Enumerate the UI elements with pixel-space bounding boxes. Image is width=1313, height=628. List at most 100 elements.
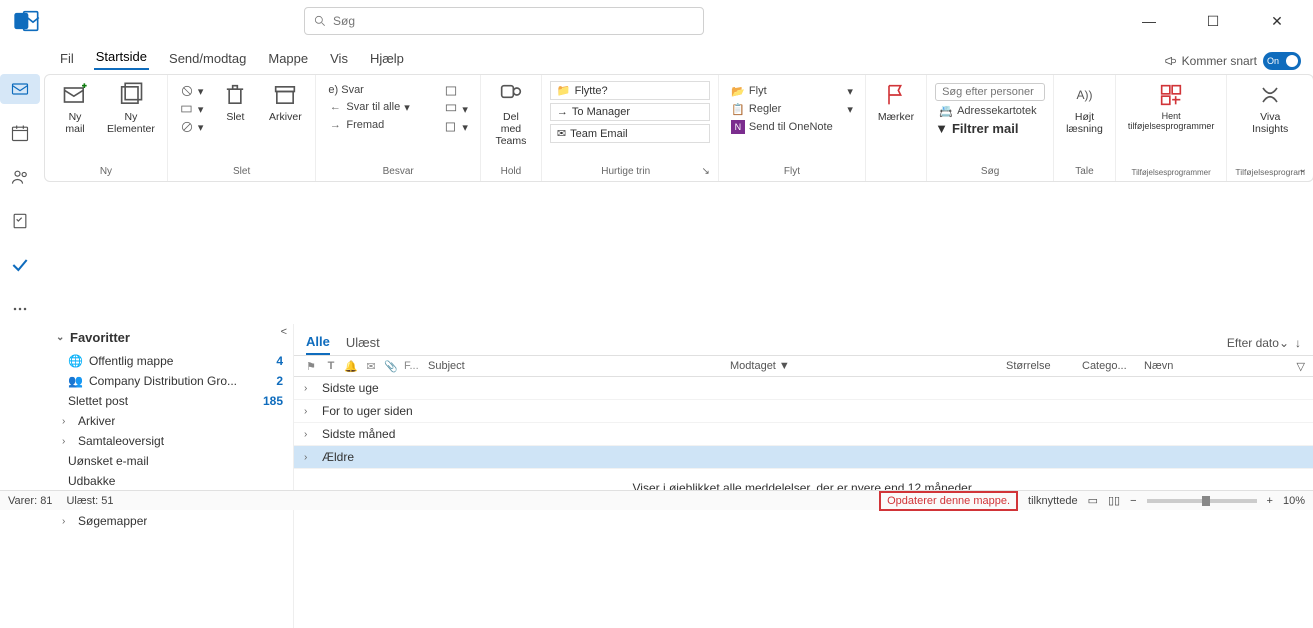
filter-mail-button[interactable]: ▼Filtrer mail	[935, 121, 1045, 136]
reply-all-button[interactable]: ←Svar til alle▾	[324, 99, 434, 115]
reply-button[interactable]: e) Svar	[324, 83, 434, 97]
folder-company-dist[interactable]: 👥Company Distribution Gro... 2	[52, 371, 289, 391]
folder-search[interactable]: ›Søgemapper	[52, 511, 289, 531]
nav-calendar[interactable]	[0, 118, 40, 148]
view-reading-button[interactable]: ▯▯	[1108, 494, 1120, 507]
col-type-icon[interactable]: T	[324, 360, 338, 372]
tab-folder[interactable]: Mappe	[266, 47, 310, 70]
status-updating: Opdaterer denne mappe.	[879, 491, 1018, 511]
more-respond-button[interactable]: ▾	[440, 119, 472, 135]
col-reminder-icon[interactable]: 🔔	[344, 360, 358, 373]
zoom-value: 10%	[1283, 495, 1305, 507]
new-mail-button[interactable]: Nymail	[53, 79, 97, 164]
folder-archive[interactable]: ›Arkiver	[52, 411, 289, 431]
status-bar: Varer: 81 Ulæst: 51 Opdaterer denne mapp…	[0, 490, 1313, 510]
col-size[interactable]: Størrelse	[1006, 360, 1076, 372]
public-folder-icon: 🌐	[68, 354, 83, 368]
zoom-in-button[interactable]: +	[1267, 495, 1273, 507]
folder-icon: 📁	[557, 84, 571, 97]
forward-button[interactable]: →Fremad	[324, 117, 434, 133]
viva-insights-button[interactable]: VivaInsights	[1248, 79, 1292, 165]
sort-by-button[interactable]: Efter dato⌄	[1227, 336, 1289, 350]
zoom-slider[interactable]	[1147, 499, 1257, 503]
quickstep-move[interactable]: 📁Flytte?	[550, 81, 710, 100]
group-last-week[interactable]: ›Sidste uge	[294, 377, 1313, 400]
ignore-button[interactable]: ▾	[176, 83, 208, 99]
folder-outbox[interactable]: Udbakke	[52, 471, 289, 491]
tab-file[interactable]: Fil	[58, 47, 76, 70]
col-subject[interactable]: Subject	[424, 360, 724, 372]
nav-more[interactable]	[0, 294, 40, 324]
share-teams-button[interactable]: Del medTeams	[489, 79, 533, 164]
meeting-button[interactable]	[440, 83, 472, 99]
ribbon-collapse-button[interactable]: ⌄	[1299, 164, 1307, 175]
group-icon: 👥	[68, 374, 83, 388]
view-normal-button[interactable]: ▭	[1088, 494, 1098, 507]
teams-icon	[497, 81, 525, 109]
col-new-icon[interactable]: ✉	[364, 360, 378, 373]
zoom-out-button[interactable]: −	[1130, 495, 1136, 507]
col-from[interactable]: F...	[404, 360, 418, 372]
rules-button[interactable]: 📋Regler▾	[727, 101, 857, 117]
addressbook-button[interactable]: 📇Adressekartotek	[935, 103, 1045, 119]
folder-junk[interactable]: Uønsket e-mail	[52, 451, 289, 471]
cleanup-button[interactable]: ▾	[176, 101, 208, 117]
quickstep-teamemail[interactable]: ✉Team Email	[550, 124, 710, 143]
col-importance-icon[interactable]: ⚑	[304, 360, 318, 373]
nav-tasks[interactable]	[0, 206, 40, 236]
tab-view[interactable]: Vis	[328, 47, 350, 70]
group-new-label: Ny	[53, 164, 159, 181]
minimize-button[interactable]: —	[1129, 13, 1169, 30]
flag-icon	[882, 81, 910, 109]
col-mention[interactable]: Nævn	[1144, 360, 1204, 372]
junk-button[interactable]: ▾	[176, 119, 208, 135]
new-items-button[interactable]: NyElementer	[103, 79, 159, 164]
sort-direction-button[interactable]: ↓	[1295, 336, 1301, 350]
nav-todo[interactable]	[0, 250, 40, 280]
col-categories[interactable]: Catego...	[1082, 360, 1138, 372]
search-input[interactable]: Søg	[304, 7, 704, 35]
favorites-header[interactable]: ⌄Favoritter	[52, 324, 289, 351]
col-received[interactable]: Modtaget ▼	[730, 360, 1000, 372]
tab-home[interactable]: Startside	[94, 45, 149, 70]
move-button[interactable]: 📂Flyt▾	[727, 83, 857, 99]
viva-icon	[1256, 81, 1284, 109]
onenote-button[interactable]: NSend til OneNote	[727, 119, 857, 135]
get-addins-button[interactable]: Henttilføjelsesprogrammer	[1124, 79, 1219, 166]
move-folder-icon: 📂	[731, 84, 745, 98]
im-button[interactable]: ▾	[440, 101, 472, 117]
maximize-button[interactable]: ☐	[1193, 13, 1233, 30]
tags-button[interactable]: Mærker	[874, 79, 918, 164]
group-older[interactable]: ›Ældre	[294, 446, 1313, 469]
ignore-icon	[180, 84, 194, 98]
nav-mail[interactable]	[0, 74, 40, 104]
new-items-icon	[117, 81, 145, 109]
quickstep-tomanager[interactable]: →To Manager	[550, 103, 710, 121]
group-two-weeks[interactable]: ›For to uger siden	[294, 400, 1313, 423]
tab-sendreceive[interactable]: Send/modtag	[167, 47, 248, 70]
tab-unread[interactable]: Ulæst	[346, 331, 380, 354]
archive-icon	[271, 81, 299, 109]
search-people-input[interactable]	[935, 83, 1045, 101]
meeting-icon	[444, 84, 458, 98]
group-last-month[interactable]: ›Sidste måned	[294, 423, 1313, 446]
archive-button[interactable]: Arkiver	[263, 79, 307, 164]
tab-all[interactable]: Alle	[306, 330, 330, 355]
read-aloud-button[interactable]: A)) Højtlæsning	[1062, 79, 1107, 164]
tab-help[interactable]: Hjælp	[368, 47, 406, 70]
junk-icon	[180, 120, 194, 134]
close-button[interactable]: ✕	[1257, 13, 1297, 30]
folder-public[interactable]: 🌐Offentlig mappe 4	[52, 351, 289, 371]
folder-deleted[interactable]: Slettet post 185	[52, 391, 289, 411]
delete-button[interactable]: Slet	[213, 79, 257, 164]
group-speech-label: Tale	[1062, 164, 1107, 181]
folder-conversation[interactable]: ›Samtaleoversigt	[52, 431, 289, 451]
col-flag-icon[interactable]: ▽	[1297, 360, 1313, 373]
col-attachment-icon[interactable]: 📎	[384, 360, 398, 373]
speaker-icon: A))	[1070, 81, 1098, 109]
collapse-folder-pane[interactable]: <	[281, 326, 287, 338]
cleanup-icon	[180, 102, 194, 116]
nav-people[interactable]	[0, 162, 40, 192]
coming-soon-toggle[interactable]: On	[1263, 52, 1301, 70]
group-delete-label: Slet	[176, 164, 308, 181]
